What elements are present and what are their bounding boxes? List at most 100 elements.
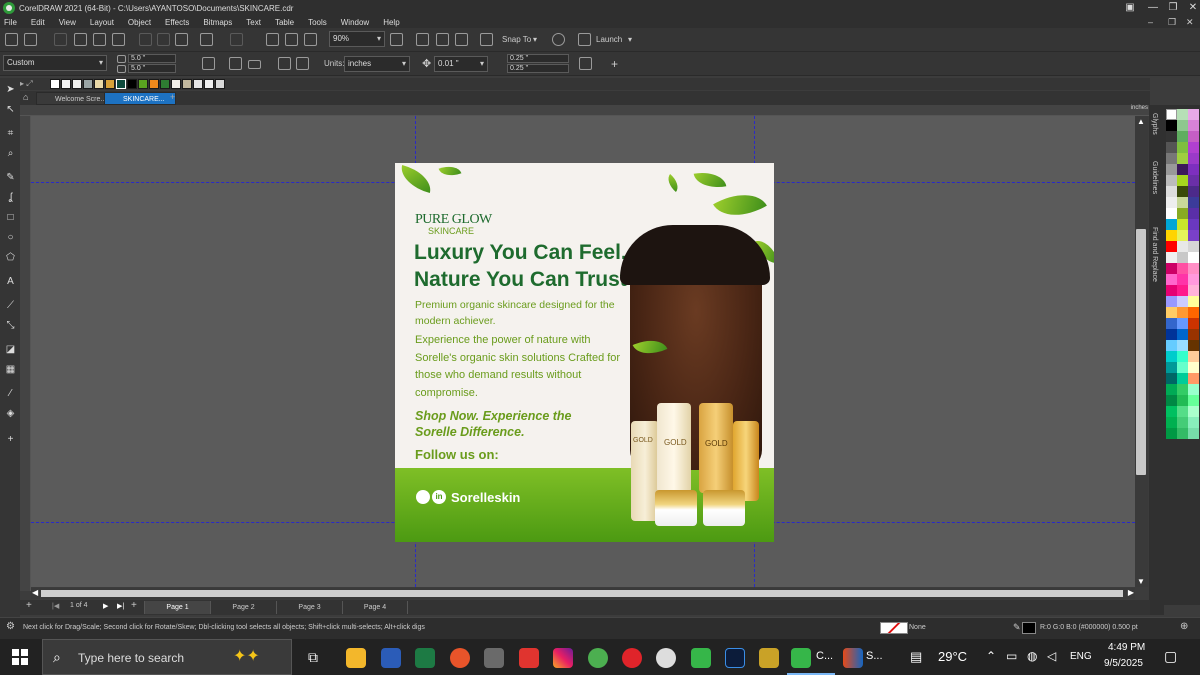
rectangle-tool-icon[interactable]: □ bbox=[5, 212, 16, 223]
palette-color-swatch[interactable] bbox=[1166, 329, 1177, 340]
palette-color-swatch[interactable] bbox=[1177, 219, 1188, 230]
swatch-gold[interactable] bbox=[105, 79, 115, 89]
menu-tools[interactable]: Tools bbox=[308, 18, 327, 27]
page-tab-2[interactable]: Page 2 bbox=[210, 601, 276, 614]
palette-color-swatch[interactable] bbox=[1188, 362, 1199, 373]
add-page-icon[interactable]: + bbox=[26, 600, 32, 611]
task-view-icon[interactable]: ⧉ bbox=[308, 649, 318, 666]
redo-icon[interactable] bbox=[230, 33, 243, 46]
palette-color-swatch[interactable] bbox=[1188, 109, 1199, 120]
palette-color-swatch[interactable] bbox=[1188, 186, 1199, 197]
status-settings-icon[interactable]: ⚙ bbox=[6, 621, 15, 632]
page-tab-3[interactable]: Page 3 bbox=[276, 601, 342, 614]
text-tool-icon[interactable]: A bbox=[5, 276, 16, 287]
scroll-up-icon[interactable]: ▲ bbox=[1137, 117, 1145, 126]
palette-color-swatch[interactable] bbox=[1188, 153, 1199, 164]
palette-color-swatch[interactable] bbox=[1177, 186, 1188, 197]
current-page-icon[interactable] bbox=[296, 57, 309, 70]
scroll-down-icon[interactable]: ▼ bbox=[1137, 577, 1145, 586]
palette-color-swatch[interactable] bbox=[1188, 329, 1199, 340]
palette-color-swatch[interactable] bbox=[1166, 131, 1177, 142]
taskbar-app-c-label[interactable]: C... bbox=[816, 650, 833, 662]
palette-color-swatch[interactable] bbox=[1166, 142, 1177, 153]
shape-tool-icon[interactable]: ↖ bbox=[5, 104, 16, 115]
palette-color-swatch[interactable] bbox=[1188, 274, 1199, 285]
palette-swatch-grid[interactable] bbox=[1166, 109, 1199, 439]
import-icon[interactable] bbox=[266, 33, 279, 46]
palette-color-swatch[interactable] bbox=[1177, 307, 1188, 318]
volume-icon[interactable]: ◁ bbox=[1047, 649, 1056, 663]
polygon-tool-icon[interactable]: ⬠ bbox=[5, 252, 16, 263]
palette-color-swatch[interactable] bbox=[1166, 296, 1177, 307]
palette-color-swatch[interactable] bbox=[1166, 373, 1177, 384]
doc-restore-button[interactable]: ❐ bbox=[1168, 16, 1176, 28]
cut-icon[interactable] bbox=[139, 33, 152, 46]
menu-object[interactable]: Object bbox=[128, 18, 151, 27]
palette-color-swatch[interactable] bbox=[1166, 120, 1177, 131]
palette-color-swatch[interactable] bbox=[1166, 241, 1177, 252]
print-icon[interactable] bbox=[112, 33, 125, 46]
palette-color-swatch[interactable] bbox=[1177, 109, 1188, 120]
restore-button[interactable]: ❐ bbox=[1163, 0, 1183, 16]
first-page-icon[interactable]: |◀ bbox=[52, 602, 59, 610]
palette-color-swatch[interactable] bbox=[1177, 274, 1188, 285]
menu-window[interactable]: Window bbox=[341, 18, 369, 27]
palette-color-swatch[interactable] bbox=[1188, 131, 1199, 142]
palette-color-swatch[interactable] bbox=[1166, 318, 1177, 329]
palette-color-swatch[interactable] bbox=[1177, 285, 1188, 296]
palette-color-swatch[interactable] bbox=[1166, 164, 1177, 175]
rotate-page-icon[interactable] bbox=[202, 57, 215, 70]
firefox-icon[interactable] bbox=[450, 648, 470, 668]
screen-recorder-icon[interactable] bbox=[519, 648, 539, 668]
eyedropper-icon[interactable]: ⁄ bbox=[5, 388, 16, 399]
palette-color-swatch[interactable] bbox=[1188, 208, 1199, 219]
palette-color-swatch[interactable] bbox=[1166, 252, 1177, 263]
palette-arrows-icon[interactable]: ▸ ⤢ bbox=[20, 79, 50, 89]
outline-color-swatch[interactable] bbox=[1022, 622, 1036, 634]
show-rulers-icon[interactable] bbox=[416, 33, 429, 46]
palette-color-swatch[interactable] bbox=[1188, 219, 1199, 230]
parallel-dimension-icon[interactable]: ⟋ bbox=[5, 300, 16, 311]
palette-color-swatch[interactable] bbox=[1188, 307, 1199, 318]
page-width-field[interactable]: 5.0 " bbox=[128, 54, 176, 63]
app-s-icon[interactable] bbox=[843, 648, 863, 668]
copilot-sparkle-icon[interactable]: ✦✦ bbox=[233, 646, 260, 666]
taskbar-app-s-label[interactable]: S... bbox=[866, 650, 883, 662]
drop-shadow-icon[interactable]: ◪ bbox=[5, 344, 16, 355]
horizontal-scroll-thumb[interactable] bbox=[41, 590, 1123, 597]
windows-start-icon[interactable] bbox=[12, 649, 28, 665]
swatch-silver[interactable] bbox=[193, 79, 203, 89]
palette-color-swatch[interactable] bbox=[1177, 318, 1188, 329]
snap-to-chevron-icon[interactable]: ▾ bbox=[533, 28, 537, 52]
export-icon[interactable] bbox=[285, 33, 298, 46]
palette-color-swatch[interactable] bbox=[1166, 362, 1177, 373]
paste-icon[interactable] bbox=[175, 33, 188, 46]
nudge-distance-field[interactable]: 0.01 " bbox=[434, 56, 488, 72]
network-globe-icon[interactable]: ◍ bbox=[1027, 649, 1037, 663]
connector-tool-icon[interactable]: ⤡ bbox=[5, 320, 16, 331]
word-icon[interactable] bbox=[381, 648, 401, 668]
palette-color-swatch[interactable] bbox=[1166, 219, 1177, 230]
freehand-tool-icon[interactable]: ✎ bbox=[5, 172, 16, 183]
swatch-cream[interactable] bbox=[171, 79, 181, 89]
palette-color-swatch[interactable] bbox=[1177, 351, 1188, 362]
battery-icon[interactable]: ▭ bbox=[1006, 649, 1017, 663]
doc-minimize-button[interactable]: – bbox=[1148, 16, 1153, 28]
palette-color-swatch[interactable] bbox=[1177, 417, 1188, 428]
interactive-fill-icon[interactable]: ◈ bbox=[5, 408, 16, 419]
scroll-right-icon[interactable]: ▶ bbox=[1128, 588, 1134, 597]
palette-color-swatch[interactable] bbox=[1188, 197, 1199, 208]
crop-tool-icon[interactable]: ⌗ bbox=[5, 128, 16, 139]
palette-color-swatch[interactable] bbox=[1177, 428, 1188, 439]
palette-color-swatch[interactable] bbox=[1166, 285, 1177, 296]
menu-file[interactable]: File bbox=[4, 18, 17, 27]
palette-color-swatch[interactable] bbox=[1177, 164, 1188, 175]
taskbar-search-box[interactable]: ⌕ Type here to search ✦✦ bbox=[42, 639, 292, 675]
excel-icon[interactable] bbox=[415, 648, 435, 668]
no-color-swatch[interactable] bbox=[1166, 109, 1177, 120]
palette-color-swatch[interactable] bbox=[1188, 164, 1199, 175]
palette-color-swatch[interactable] bbox=[1188, 406, 1199, 417]
instagram-app-icon[interactable] bbox=[553, 648, 573, 668]
swatch-sand[interactable] bbox=[94, 79, 104, 89]
palette-color-swatch[interactable] bbox=[1177, 241, 1188, 252]
